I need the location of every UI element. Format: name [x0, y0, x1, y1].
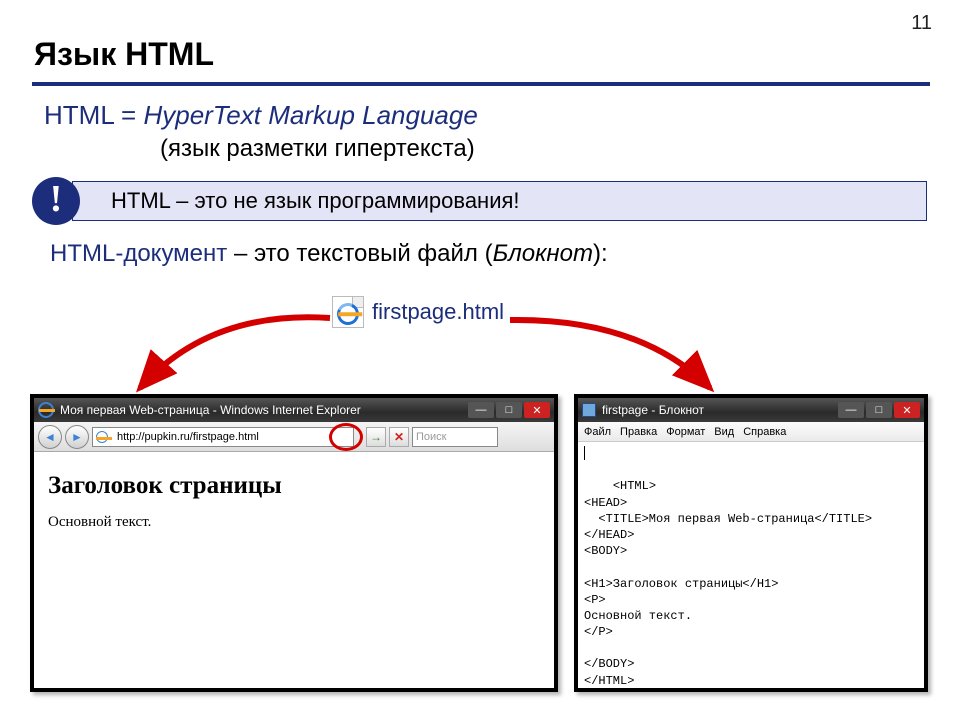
- definition-line: HTML = HyperText Markup Language: [44, 100, 478, 131]
- back-button[interactable]: ◄: [38, 425, 62, 449]
- text-cursor: [584, 446, 585, 460]
- arrow-right-icon: [510, 320, 710, 388]
- alert-text: HTML – это не язык программирования!: [111, 188, 520, 214]
- url-favicon: [96, 431, 108, 443]
- url-text: http://pupkin.ru/firstpage.html: [117, 431, 259, 443]
- page-number: 11: [911, 12, 932, 35]
- menu-format[interactable]: Формат: [666, 426, 705, 438]
- definition-expansion: HyperText Markup Language: [143, 100, 477, 130]
- arrow-left-icon: [140, 317, 330, 388]
- browser-window: Моя первая Web-страница - Windows Intern…: [30, 394, 558, 692]
- doc-rest: – это текстовый файл (: [227, 240, 492, 267]
- document-sentence: HTML-документ – это текстовый файл (Блок…: [50, 240, 608, 268]
- menu-view[interactable]: Вид: [714, 426, 734, 438]
- file-name: firstpage.html: [372, 299, 504, 325]
- browser-viewport: Заголовок страницы Основной текст.: [34, 452, 554, 543]
- menu-edit[interactable]: Правка: [620, 426, 657, 438]
- ie-file-icon: [332, 296, 364, 328]
- slide-title: Язык HTML: [34, 36, 214, 73]
- search-placeholder: Поиск: [416, 431, 446, 443]
- notepad-textarea[interactable]: <HTML> <HEAD> <TITLE>Моя первая Web-стра…: [578, 442, 924, 709]
- definition-prefix: HTML =: [44, 100, 143, 130]
- file-block: firstpage.html: [332, 296, 504, 328]
- search-input[interactable]: Поиск: [412, 427, 498, 447]
- notepad-content: <HTML> <HEAD> <TITLE>Моя первая Web-стра…: [584, 479, 872, 687]
- heading-underline: [32, 82, 930, 86]
- address-bar[interactable]: http://pupkin.ru/firstpage.html: [92, 427, 354, 447]
- page-h1: Заголовок страницы: [48, 472, 540, 500]
- menu-help[interactable]: Справка: [743, 426, 786, 438]
- doc-app: Блокнот: [493, 240, 593, 267]
- forward-button[interactable]: ►: [65, 425, 89, 449]
- go-button[interactable]: →: [366, 427, 386, 447]
- definition-translation: (язык разметки гипертекста): [160, 135, 475, 163]
- menu-file[interactable]: Файл: [584, 426, 611, 438]
- browser-toolbar: ◄ ► http://pupkin.ru/firstpage.html → ✕ …: [34, 422, 554, 452]
- page-text: Основной текст.: [48, 514, 540, 531]
- stop-button[interactable]: ✕: [389, 427, 409, 447]
- exclamation-icon: !: [32, 177, 80, 225]
- alert-box: HTML – это не язык программирования! !: [32, 177, 927, 223]
- doc-after: ):: [593, 240, 608, 267]
- notepad-window: firstpage - Блокнот — □ ✕ Файл Правка Фо…: [574, 394, 928, 692]
- notepad-menubar: Файл Правка Формат Вид Справка: [578, 422, 924, 442]
- doc-term: HTML-документ: [50, 240, 227, 267]
